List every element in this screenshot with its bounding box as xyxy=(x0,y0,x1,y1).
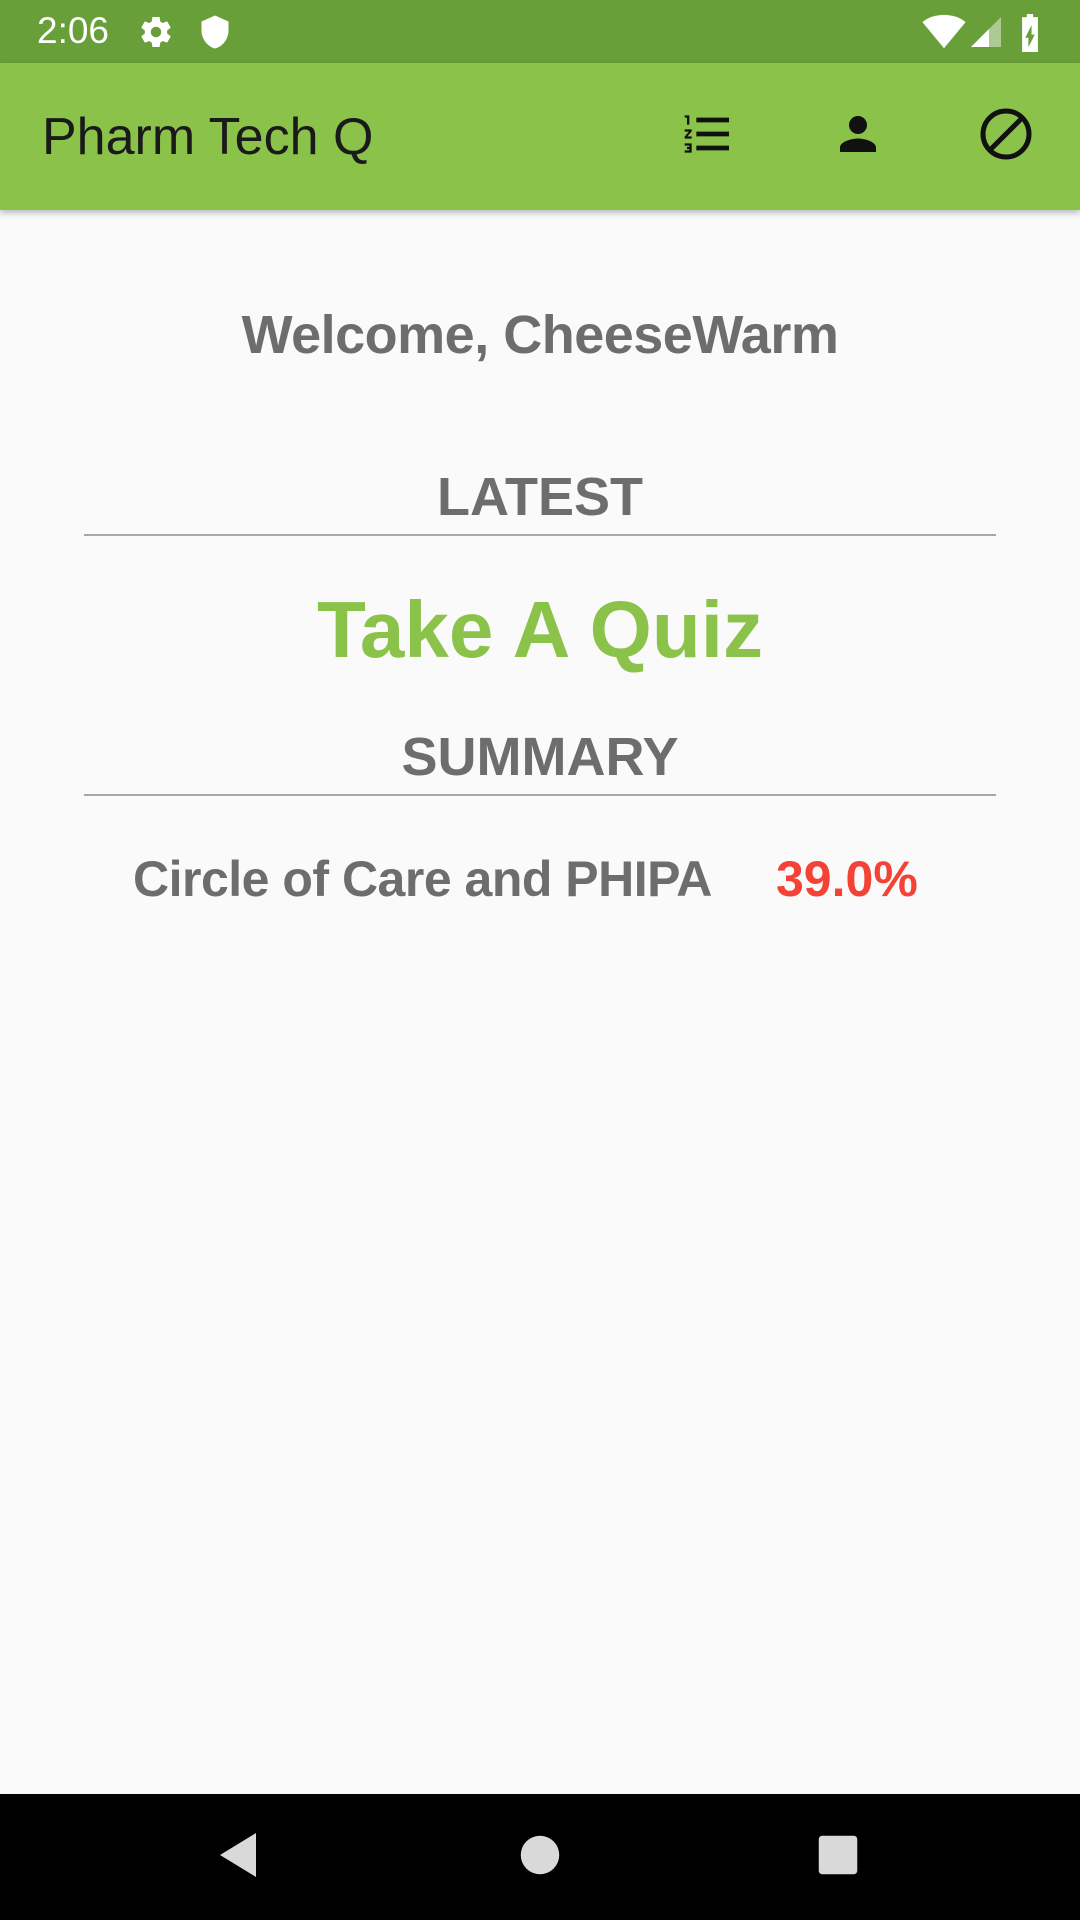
battery-charging-icon xyxy=(1018,14,1046,52)
block-icon xyxy=(976,104,1036,169)
summary-topic-name: Circle of Care and PHIPA xyxy=(133,851,712,907)
gear-icon xyxy=(138,14,174,50)
profile-button[interactable] xyxy=(825,103,891,169)
block-button[interactable] xyxy=(973,103,1039,169)
numbered-list-icon xyxy=(680,106,736,167)
home-button[interactable] xyxy=(510,1827,570,1887)
signal-icon xyxy=(968,14,1004,50)
recents-icon xyxy=(817,1834,859,1881)
status-time: 2:06 xyxy=(37,10,110,51)
latest-heading: LATEST xyxy=(437,467,643,527)
summary-heading: SUMMARY xyxy=(401,727,679,787)
summary-divider xyxy=(84,794,996,796)
back-button[interactable] xyxy=(208,1827,268,1887)
quiz-list-button[interactable] xyxy=(675,103,741,169)
nav-bar xyxy=(0,1794,1080,1920)
back-icon xyxy=(216,1831,260,1884)
summary-row[interactable]: Circle of Care and PHIPA 39.0% xyxy=(0,846,1080,912)
welcome-text: Welcome, CheeseWarm xyxy=(241,305,839,365)
person-icon xyxy=(831,107,885,166)
app-bar: Pharm Tech Q xyxy=(0,63,1080,210)
status-bar: 2:06 xyxy=(0,0,1080,63)
shield-icon xyxy=(197,14,233,50)
app-title: Pharm Tech Q xyxy=(42,108,374,166)
recents-button[interactable] xyxy=(808,1827,868,1887)
latest-divider xyxy=(84,534,996,536)
take-quiz-button[interactable]: Take A Quiz xyxy=(0,580,1080,680)
home-icon xyxy=(519,1834,561,1881)
wifi-icon xyxy=(922,14,966,50)
screen: 2:06 Pharm Tech Q Welcome, CheeseWarm LA… xyxy=(0,0,1080,1920)
summary-topic-score: 39.0% xyxy=(776,851,918,907)
